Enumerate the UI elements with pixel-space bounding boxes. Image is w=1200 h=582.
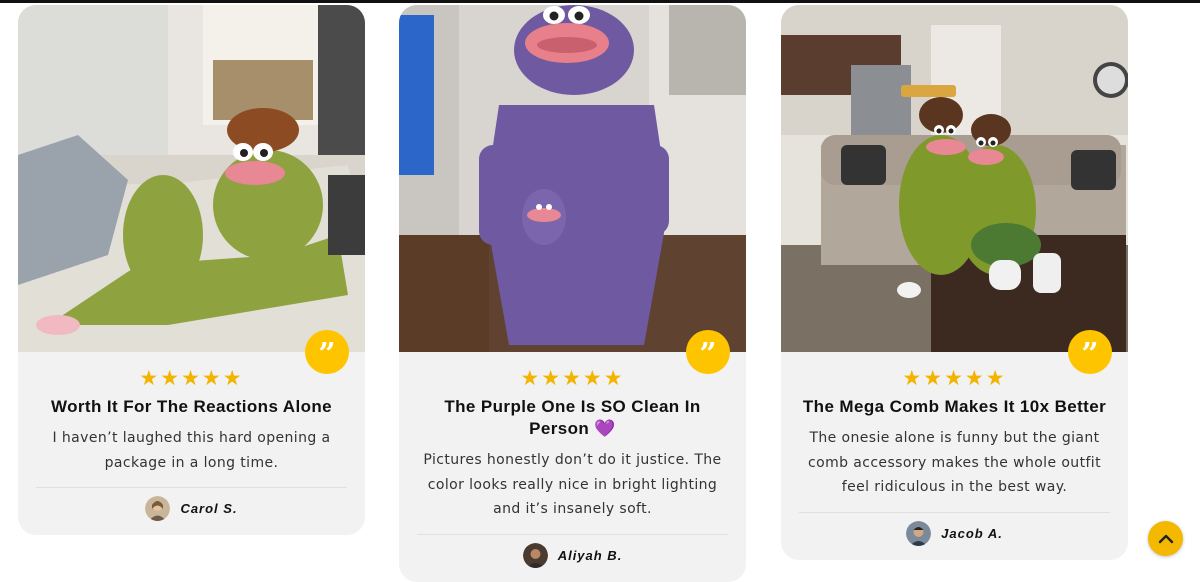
divider	[799, 511, 1110, 513]
review-card: ” ★★★★★ The Purple One Is SO Clean In Pe…	[399, 5, 746, 582]
author-name: Aliyah B.	[557, 547, 623, 563]
author-name: Jacob A.	[941, 525, 1003, 541]
review-text: The onesie alone is funny but the giant …	[808, 430, 1101, 495]
review-photo	[781, 5, 1128, 352]
review-card: ” ★★★★★ Worth It For The Reactions Alone…	[18, 5, 365, 535]
review-title: The Purple One Is SO Clean In Person 💜	[417, 396, 728, 440]
star-rating: ★★★★★	[139, 366, 244, 390]
star-rating: ★★★★★	[902, 366, 1007, 390]
divider	[417, 533, 728, 535]
review-author: Jacob A.	[799, 520, 1110, 546]
avatar	[906, 520, 932, 546]
quote-icon: ”	[305, 330, 349, 374]
quote-icon: ”	[686, 330, 730, 374]
review-title-text: The Purple One Is SO Clean In Person	[444, 397, 701, 438]
top-border	[0, 0, 1200, 3]
chevron-up-icon	[1158, 534, 1173, 543]
review-title: The Mega Comb Makes It 10x Better	[802, 397, 1107, 416]
review-author: Aliyah B.	[417, 542, 728, 568]
scroll-to-top-button[interactable]	[1148, 521, 1183, 556]
purple-heart-icon: 💜	[594, 419, 616, 438]
review-card: ” ★★★★★ The Mega Comb Makes It 10x Bette…	[781, 5, 1128, 560]
divider	[36, 487, 347, 488]
review-photo	[18, 5, 365, 352]
review-photo	[399, 5, 746, 352]
quote-icon: ”	[1068, 330, 1112, 374]
avatar	[145, 496, 171, 521]
review-text: Pictures honestly don’t do it justice. T…	[423, 452, 722, 517]
author-name: Carol S.	[180, 501, 238, 516]
review-text: I haven’t laughed this hard opening a pa…	[52, 430, 331, 471]
review-title: Worth It For The Reactions Alone	[50, 397, 333, 416]
review-author: Carol S.	[36, 496, 347, 521]
avatar	[522, 542, 548, 568]
star-rating: ★★★★★	[520, 366, 625, 390]
